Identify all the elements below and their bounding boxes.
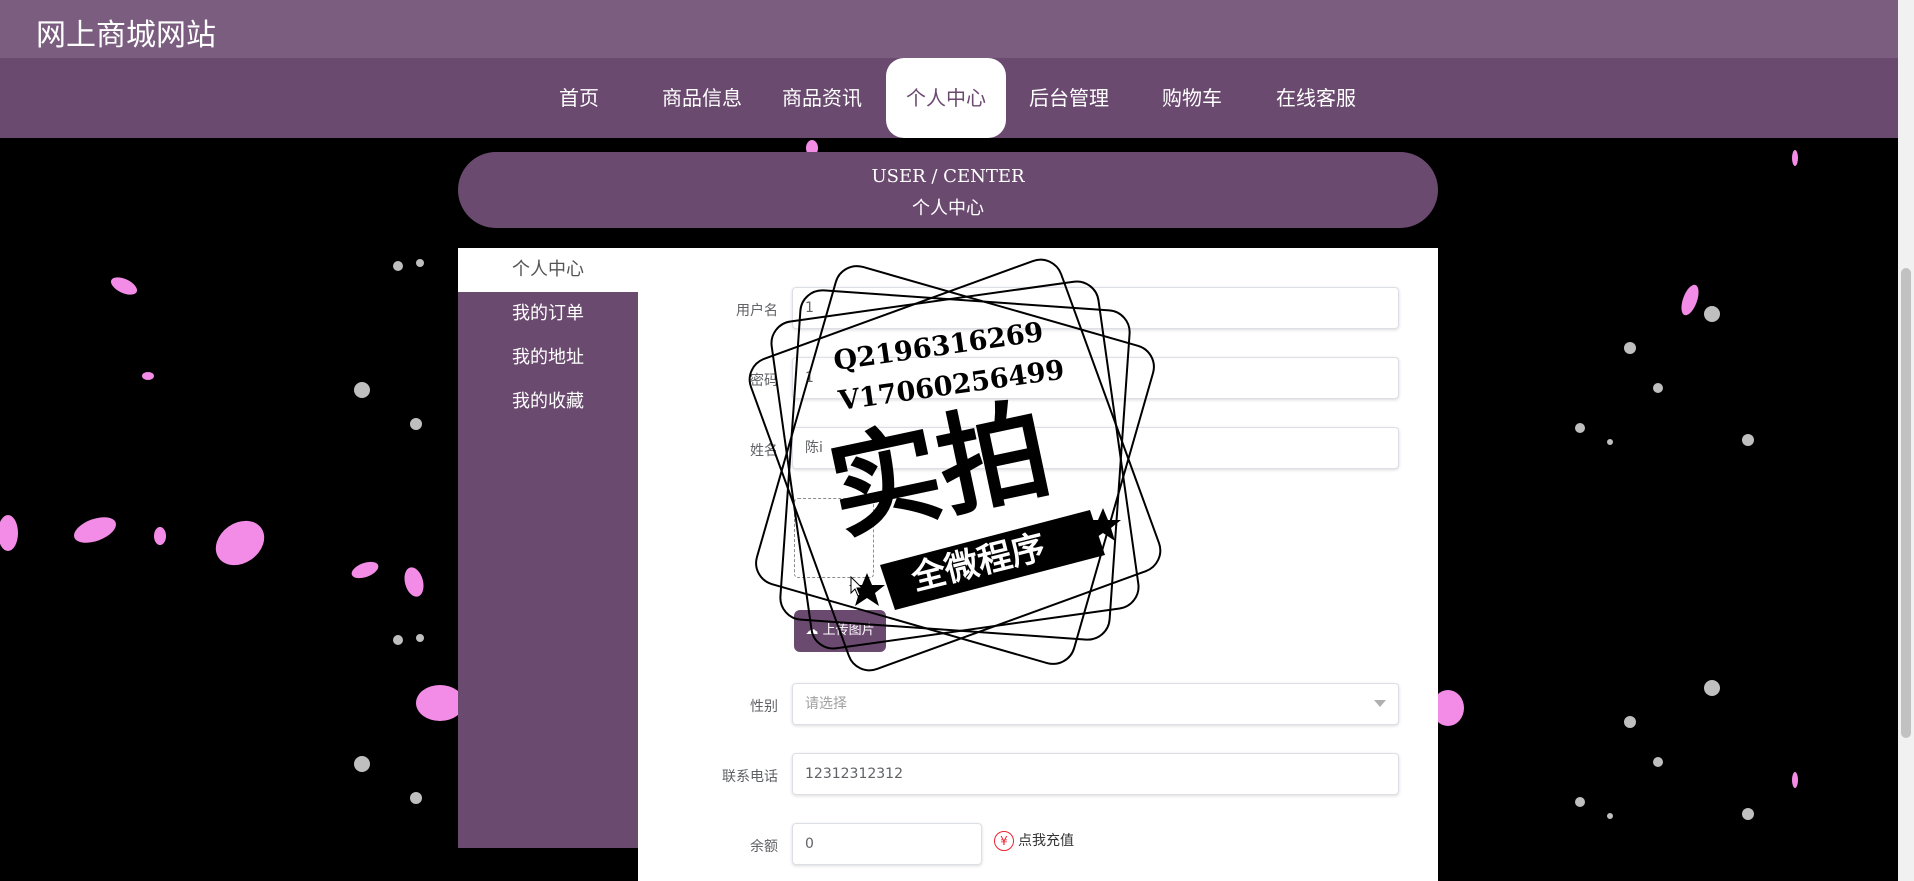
nav-admin[interactable]: 后台管理 xyxy=(1018,58,1120,138)
phone-field[interactable]: 12312312312 xyxy=(792,753,1399,795)
gender-select[interactable]: 请选择 xyxy=(792,683,1399,725)
recharge-link[interactable]: ¥ 点我充值 xyxy=(994,830,1074,851)
yen-icon: ¥ xyxy=(994,831,1014,851)
upload-image-button[interactable]: ☁ 上传图片 xyxy=(794,610,886,652)
section-banner: USER / CENTER 个人中心 xyxy=(458,152,1438,228)
username-label: 用户名 xyxy=(736,303,778,319)
site-title: 网上商城网站 xyxy=(36,18,216,53)
chevron-down-icon xyxy=(1374,700,1386,707)
page-scrollbar[interactable] xyxy=(1898,0,1914,881)
phone-label: 联系电话 xyxy=(722,769,778,785)
gender-label: 性别 xyxy=(750,699,778,715)
user-sidebar: 个人中心 我的订单 我的地址 我的收藏 xyxy=(458,248,638,848)
sidebar-item-addresses[interactable]: 我的地址 xyxy=(458,336,638,380)
balance-label: 余额 xyxy=(750,839,778,855)
mouse-cursor-icon xyxy=(850,576,864,597)
title-bar: 网上商城网站 xyxy=(0,0,1898,58)
cloud-upload-icon: ☁ xyxy=(805,623,823,638)
name-field[interactable]: 陈i xyxy=(792,427,1399,469)
nav-customer-service[interactable]: 在线客服 xyxy=(1266,58,1366,138)
password-field[interactable]: 1 xyxy=(792,357,1399,399)
sidebar-item-favorites[interactable]: 我的收藏 xyxy=(458,380,638,424)
banner-title-zh: 个人中心 xyxy=(912,198,984,219)
balance-field[interactable]: 0 xyxy=(792,823,982,865)
avatar-upload-area[interactable] xyxy=(794,498,874,578)
sidebar-item-orders[interactable]: 我的订单 xyxy=(458,292,638,336)
banner-title-en: USER / CENTER xyxy=(871,166,1025,187)
scrollbar-thumb[interactable] xyxy=(1901,268,1911,738)
nav-user-center[interactable]: 个人中心 xyxy=(886,58,1006,138)
nav-home[interactable]: 首页 xyxy=(533,58,625,138)
username-field[interactable]: 1 xyxy=(792,287,1399,329)
nav-products[interactable]: 商品信息 xyxy=(652,58,752,138)
password-label: 密码 xyxy=(750,373,778,389)
recharge-label: 点我充值 xyxy=(1018,833,1074,849)
nav-cart[interactable]: 购物车 xyxy=(1146,58,1238,138)
main-nav: 首页 商品信息 商品资讯 个人中心 后台管理 购物车 在线客服 xyxy=(0,58,1898,138)
sidebar-item-user-center[interactable]: 个人中心 xyxy=(458,248,638,292)
nav-news[interactable]: 商品资讯 xyxy=(772,58,872,138)
name-label: 姓名 xyxy=(750,443,778,459)
profile-form: 用户名 1 密码 1 姓名 陈i ☁ 上传图片 性别 请选择 联系电话 1231… xyxy=(638,248,1438,881)
upload-image-label: 上传图片 xyxy=(822,623,875,638)
gender-placeholder: 请选择 xyxy=(805,696,847,712)
